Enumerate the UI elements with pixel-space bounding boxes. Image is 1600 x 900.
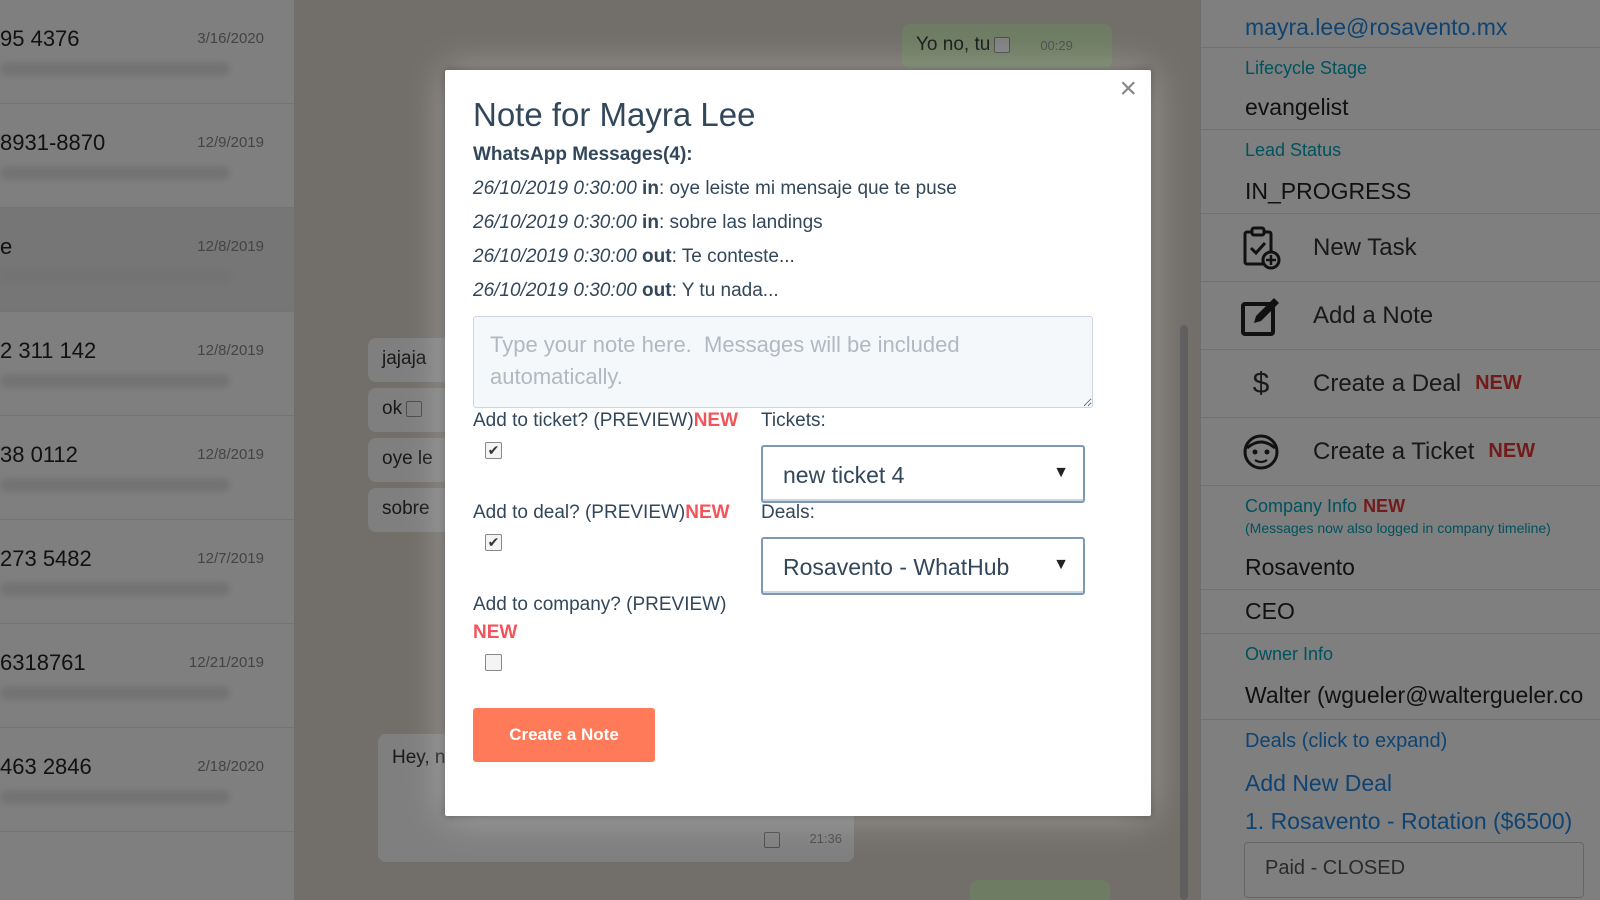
message-timestamp: 26/10/2019 0:30:00	[473, 280, 637, 301]
message-direction: out	[642, 246, 672, 267]
tickets-label: Tickets:	[761, 410, 826, 431]
close-icon[interactable]: ×	[1119, 74, 1137, 104]
new-badge: NEW	[685, 502, 730, 523]
message-content: : oye leiste mi mensaje que te puse	[658, 178, 957, 199]
message-timestamp: 26/10/2019 0:30:00	[473, 212, 637, 233]
message-content: : Y tu nada...	[671, 280, 779, 301]
add-to-company-label: Add to company? (PREVIEW)	[473, 594, 726, 616]
tickets-selected-value: new ticket 4	[783, 462, 905, 488]
message-content: : sobre las landings	[658, 212, 823, 233]
add-to-company-checkbox[interactable]	[485, 654, 502, 671]
add-to-ticket-text: Add to ticket? (PREVIEW)	[473, 410, 694, 431]
dropdown-arrow-icon: ▼	[1053, 464, 1069, 481]
deals-label: Deals:	[761, 502, 815, 523]
add-to-deal-label: Add to deal? (PREVIEW)NEW	[473, 502, 730, 524]
message-direction: out	[642, 280, 672, 301]
create-note-button[interactable]: Create a Note	[473, 708, 655, 762]
message-log-line: 26/10/2019 0:30:00 in: oye leiste mi men…	[473, 178, 957, 200]
note-modal: × Note for Mayra Lee WhatsApp Messages(4…	[445, 70, 1151, 816]
add-to-deal-text: Add to deal? (PREVIEW)	[473, 502, 686, 523]
add-to-company-text: Add to company? (PREVIEW)	[473, 594, 727, 615]
dropdown-arrow-icon: ▼	[1053, 556, 1069, 573]
message-timestamp: 26/10/2019 0:30:00	[473, 246, 637, 267]
deals-select[interactable]: Rosavento - WhatHub ▼	[761, 537, 1085, 595]
message-log-line: 26/10/2019 0:30:00 out: Y tu nada...	[473, 280, 779, 302]
message-timestamp: 26/10/2019 0:30:00	[473, 178, 637, 199]
add-to-deal-checkbox[interactable]: ✔	[485, 534, 502, 551]
message-log-line: 26/10/2019 0:30:00 in: sobre las landing…	[473, 212, 823, 234]
add-to-ticket-checkbox[interactable]: ✔	[485, 442, 502, 459]
add-to-company-new: NEW	[473, 622, 517, 644]
modal-title: Note for Mayra Lee	[473, 96, 756, 133]
message-direction: in	[642, 178, 659, 199]
message-log-line: 26/10/2019 0:30:00 out: Te conteste...	[473, 246, 795, 268]
new-badge: NEW	[473, 622, 518, 643]
message-content: : Te conteste...	[671, 246, 795, 267]
tickets-select[interactable]: new ticket 4 ▼	[761, 445, 1085, 503]
add-to-ticket-label: Add to ticket? (PREVIEW)NEW	[473, 410, 738, 432]
message-direction: in	[642, 212, 659, 233]
whatsapp-messages-header: WhatsApp Messages(4):	[473, 144, 693, 165]
new-badge: NEW	[693, 410, 739, 431]
note-textarea[interactable]	[473, 316, 1093, 408]
deals-selected-value: Rosavento - WhatHub	[783, 554, 1010, 580]
